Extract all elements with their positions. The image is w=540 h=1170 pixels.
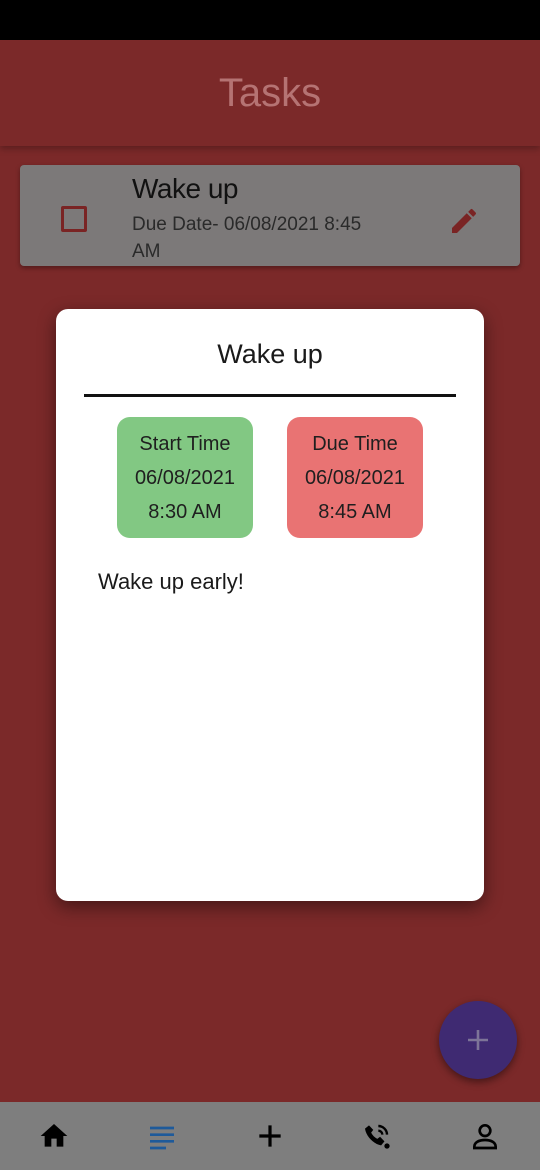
pencil-icon[interactable] (448, 205, 480, 237)
app-header: Tasks (0, 40, 540, 146)
person-icon[interactable] (469, 1120, 501, 1152)
start-time-date: 06/08/2021 (134, 467, 236, 489)
task-checkbox[interactable] (61, 206, 87, 232)
phone-call-icon[interactable] (361, 1120, 393, 1152)
page-title: Tasks (218, 71, 322, 115)
dialog-divider (84, 394, 456, 397)
due-time-time: 8:45 AM (318, 501, 392, 523)
task-detail-dialog: Wake up Start Time 06/08/2021 8:30 AM Du… (56, 309, 484, 901)
bottom-nav (0, 1102, 540, 1170)
start-time-label: Start Time (139, 433, 231, 455)
plus-icon[interactable] (254, 1120, 286, 1152)
due-time-label: Due Time (312, 433, 398, 455)
screen: Tasks Wake up Due Date- 06/08/2021 8:45 … (0, 0, 540, 1170)
task-card[interactable]: Wake up Due Date- 06/08/2021 8:45 AM (20, 165, 520, 266)
plus-icon (468, 1030, 488, 1050)
home-icon[interactable] (38, 1120, 70, 1152)
task-notes: Wake up early! (98, 569, 244, 594)
start-time-time: 8:30 AM (148, 501, 222, 523)
status-bar (0, 0, 540, 40)
start-time-box: Start Time 06/08/2021 8:30 AM (117, 417, 253, 538)
add-task-button[interactable] (439, 1001, 517, 1079)
dialog-title: Wake up (217, 339, 323, 369)
task-title: Wake up (132, 173, 238, 204)
task-due-date: Due Date- 06/08/2021 8:45 AM (132, 214, 362, 262)
list-icon[interactable] (146, 1120, 178, 1152)
due-time-box: Due Time 06/08/2021 8:45 AM (287, 417, 423, 538)
due-time-date: 06/08/2021 (304, 467, 406, 489)
